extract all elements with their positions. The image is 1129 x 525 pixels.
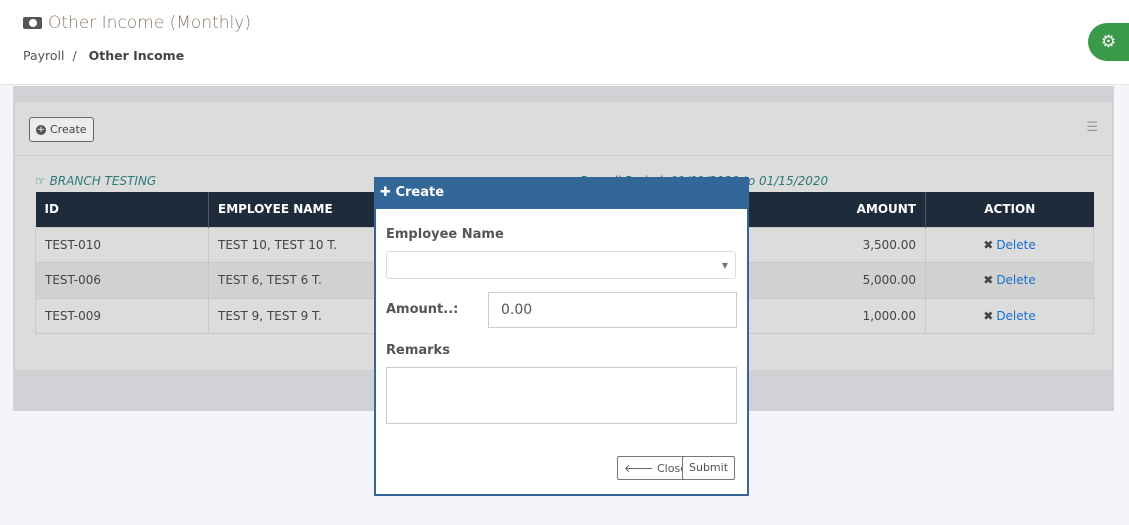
delete-link[interactable]: ✖ Delete: [983, 309, 1036, 323]
amount-input[interactable]: 0.00: [488, 292, 737, 328]
employee-name-label: Employee Name: [386, 227, 504, 242]
delete-label: Delete: [996, 308, 1036, 323]
col-action: ACTION: [925, 192, 1094, 227]
modal-title: Create: [395, 185, 445, 200]
remarks-label: Remarks: [386, 343, 450, 358]
cell-id: TEST-006: [35, 262, 209, 299]
remarks-textarea[interactable]: [386, 367, 737, 424]
page-title: Other Income (Monthly): [23, 13, 251, 33]
cell-amount: 5,000.00: [747, 262, 926, 299]
modal-header: ✚ Create: [376, 179, 747, 209]
cell-amount: 3,500.00: [747, 226, 926, 263]
delete-link[interactable]: ✖ Delete: [983, 273, 1036, 287]
create-label: Create: [50, 123, 87, 136]
create-modal: ✚ Create Employee Name ▼ Amount..: 0.00 …: [374, 177, 749, 496]
arrow-left-icon: 🡐: [624, 462, 654, 475]
settings-gears-button[interactable]: ⚙: [1088, 23, 1129, 61]
x-icon: ✖: [983, 237, 994, 252]
col-amount: AMOUNT: [747, 192, 926, 227]
x-icon: ✖: [983, 308, 994, 323]
breadcrumb-current: Other Income: [88, 48, 185, 63]
plus-icon: ✚: [380, 185, 391, 200]
title-text: Other Income (Monthly): [48, 13, 251, 33]
submit-button[interactable]: Submit: [682, 456, 736, 480]
cell-amount: 1,000.00: [747, 297, 926, 334]
amount-label: Amount..:: [386, 302, 459, 317]
breadcrumb: Payroll / Other Income: [23, 48, 185, 63]
page-header: Other Income (Monthly) Payroll / Other I…: [0, 0, 1129, 85]
delete-label: Delete: [996, 237, 1036, 252]
plus-circle-icon: +: [36, 124, 46, 135]
x-icon: ✖: [983, 273, 994, 288]
cell-id: TEST-010: [35, 226, 209, 263]
delete-link[interactable]: ✖ Delete: [983, 238, 1036, 252]
create-button[interactable]: + Create: [29, 117, 94, 142]
branch-label: ☞ BRANCH TESTING: [35, 174, 157, 188]
delete-label: Delete: [996, 273, 1036, 288]
money-icon: [23, 17, 42, 29]
employee-name-select[interactable]: ▼: [386, 251, 736, 279]
breadcrumb-payroll[interactable]: Payroll: [23, 48, 65, 63]
caret-down-icon: ▼: [721, 261, 728, 270]
col-id: ID: [35, 192, 209, 227]
list-icon[interactable]: ☰: [1086, 120, 1098, 135]
branch-text: BRANCH TESTING: [49, 174, 157, 188]
cell-id: TEST-009: [35, 297, 209, 334]
